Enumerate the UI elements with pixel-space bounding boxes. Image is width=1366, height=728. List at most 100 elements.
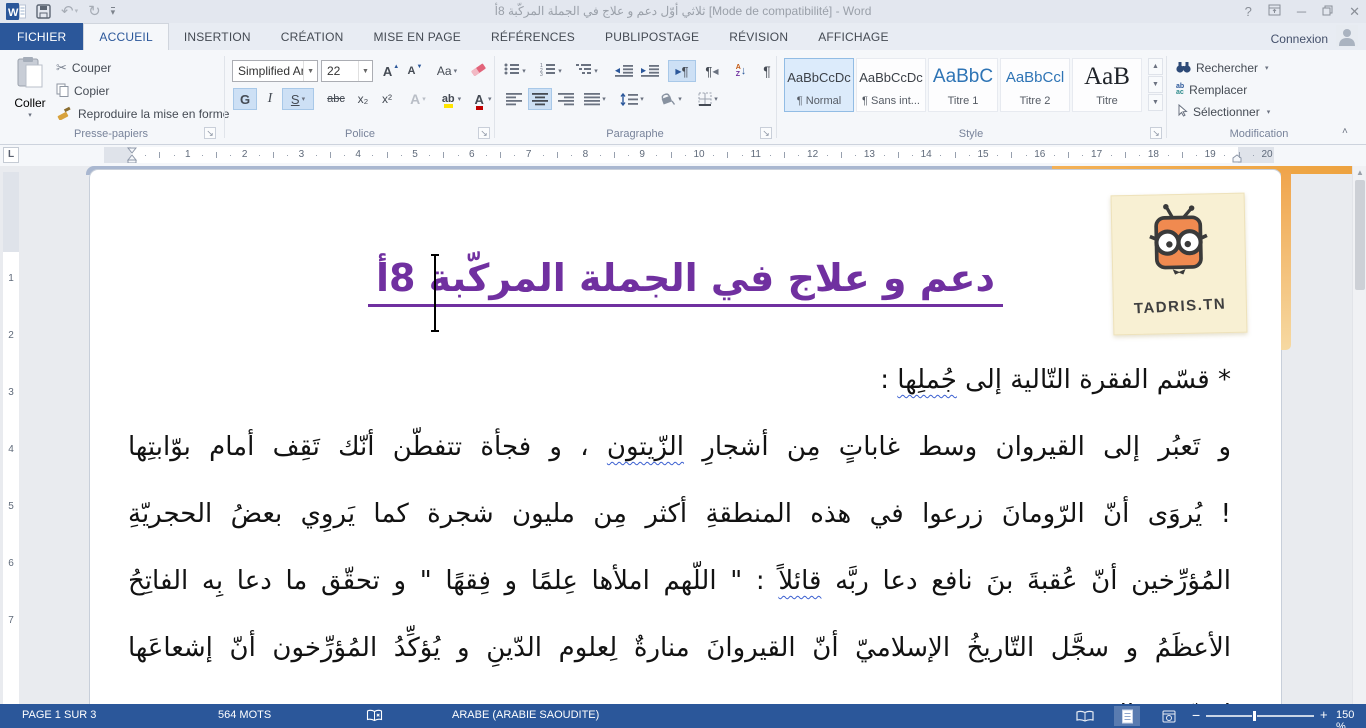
font-size-combo[interactable]: 22 ▼ — [321, 60, 373, 82]
format-painter-button[interactable]: Reproduire la mise en forme — [56, 104, 229, 124]
page-indicator[interactable]: PAGE 1 SUR 3 — [22, 709, 96, 721]
close-button[interactable]: ✕ — [1349, 2, 1360, 21]
collapse-ribbon-button[interactable]: ˄ — [1342, 126, 1348, 137]
style-dialog-launcher[interactable]: ↘ — [1150, 127, 1162, 139]
clipboard-dialog-launcher[interactable]: ↘ — [204, 127, 216, 139]
document-line[interactable]: المُؤرِّخين أنّ عُقبةَ بنَ نافع دعا ربَّ… — [128, 549, 1231, 616]
zoom-in-button[interactable]: + — [1320, 707, 1328, 722]
language-indicator[interactable]: ARABE (ARABIE SAOUDITE) — [452, 709, 599, 721]
style-titre-1[interactable]: AaBbCTitre 1 — [928, 58, 998, 112]
strikethrough-button[interactable]: abc — [322, 88, 350, 110]
document-line[interactable]: امتدّ عبر العصور — [128, 683, 1231, 704]
font-size-dropdown-icon[interactable]: ▼ — [358, 61, 372, 81]
tab-accueil[interactable]: ACCUEIL — [83, 23, 168, 50]
change-case-button[interactable]: Aa▾ — [432, 60, 462, 82]
font-name-combo[interactable]: Simplified Ar ▼ — [232, 60, 318, 82]
first-line-indent-marker[interactable] — [127, 147, 137, 163]
clear-formatting-button[interactable] — [466, 60, 490, 82]
style-gallery-up-button[interactable]: ▲ — [1148, 58, 1163, 75]
sign-in-link[interactable]: Connexion — [1271, 32, 1328, 46]
tab-affichage[interactable]: AFFICHAGE — [803, 23, 903, 50]
paste-button[interactable]: Coller ▾ — [8, 56, 52, 119]
find-dropdown-icon[interactable]: ▾ — [1265, 64, 1269, 72]
underline-button[interactable]: S▾ — [282, 88, 314, 110]
line-spacing-dropdown-icon[interactable]: ▾ — [640, 95, 644, 103]
paste-dropdown-icon[interactable]: ▾ — [28, 111, 32, 119]
help-button[interactable]: ? — [1245, 2, 1252, 21]
word-count[interactable]: 564 MOTS — [218, 709, 271, 721]
font-color-dropdown-icon[interactable]: ▾ — [488, 95, 492, 103]
align-center-button[interactable] — [528, 88, 552, 110]
print-layout-button[interactable] — [1114, 706, 1140, 726]
account-area[interactable]: Connexion — [1271, 25, 1358, 52]
tab-selector[interactable]: L — [3, 147, 19, 163]
document-line[interactable]: ! يُروَى أنّ الرّومانَ زرعوا في هذه المن… — [128, 482, 1231, 549]
ltr-direction-button[interactable]: ▶¶ — [668, 60, 696, 82]
rtl-direction-button[interactable]: ¶◀ — [698, 60, 726, 82]
tab-mise-en-page[interactable]: MISE EN PAGE — [358, 23, 476, 50]
multilevel-list-button[interactable]: ▾ — [574, 60, 600, 82]
copy-button[interactable]: Copier — [56, 81, 109, 101]
italic-button[interactable]: I — [260, 88, 280, 110]
avatar[interactable] — [1336, 25, 1358, 52]
style-titre-2[interactable]: AaBbCclTitre 2 — [1000, 58, 1070, 112]
zoom-slider[interactable] — [1206, 715, 1314, 717]
horizontal-ruler[interactable]: 1234567891011121314151617181920 — [104, 147, 1274, 163]
increase-indent-button[interactable] — [638, 60, 662, 82]
numbering-button[interactable]: 123▾ — [538, 60, 564, 82]
align-left-button[interactable] — [502, 88, 526, 110]
bullets-dropdown-icon[interactable]: ▾ — [522, 67, 526, 75]
document-line[interactable]: * قسّم الفقرة التّالية إلى جُملِها : — [128, 348, 1231, 415]
tab-fichier[interactable]: FICHIER — [0, 23, 83, 50]
document-line[interactable]: الأعظَمُ و سجَّل التّاريخُ الإسلاميّ أنّ… — [128, 616, 1231, 683]
font-name-dropdown-icon[interactable]: ▼ — [303, 61, 317, 81]
text-effects-button[interactable]: A▾ — [406, 88, 430, 110]
justify-dropdown-icon[interactable]: ▾ — [602, 95, 606, 103]
align-right-button[interactable] — [554, 88, 578, 110]
cut-button[interactable]: ✂ Couper — [56, 58, 111, 78]
zoom-out-button[interactable]: − — [1192, 707, 1200, 723]
paragraph-dialog-launcher[interactable]: ↘ — [760, 127, 772, 139]
ribbon-display-button[interactable] — [1268, 2, 1281, 21]
line-spacing-button[interactable]: ▾ — [616, 88, 648, 110]
tab-cr-ation[interactable]: CRÉATION — [266, 23, 359, 50]
text-effects-dropdown-icon[interactable]: ▾ — [422, 95, 426, 103]
select-button[interactable]: Sélectionner▾ — [1176, 102, 1270, 122]
tab-insertion[interactable]: INSERTION — [169, 23, 266, 50]
justify-button[interactable]: ▾ — [580, 88, 610, 110]
style-gallery-more-button[interactable]: ▼ — [1148, 94, 1163, 111]
scroll-up-icon[interactable]: ▲ — [1353, 168, 1366, 177]
underline-dropdown-icon[interactable]: ▾ — [302, 95, 306, 103]
show-hide-marks-button[interactable]: ¶ — [756, 60, 778, 82]
superscript-button[interactable]: x² — [376, 88, 398, 110]
scrollbar-thumb[interactable] — [1355, 180, 1365, 290]
zoom-slider-thumb[interactable] — [1252, 710, 1257, 722]
style-gallery-down-button[interactable]: ▼ — [1148, 76, 1163, 93]
grow-font-button[interactable]: A▲ — [380, 60, 402, 82]
web-layout-button[interactable] — [1156, 706, 1182, 726]
numbering-dropdown-icon[interactable]: ▾ — [558, 67, 562, 75]
subscript-button[interactable]: x₂ — [352, 88, 374, 110]
tab-r-vision[interactable]: RÉVISION — [714, 23, 803, 50]
shading-dropdown-icon[interactable]: ▾ — [678, 95, 682, 103]
document-line[interactable]: و تَعبُر إلى القيروان وسط غاباتٍ مِن أشج… — [128, 415, 1231, 482]
vertical-scrollbar[interactable]: ▲ — [1352, 166, 1366, 704]
change-case-dropdown-icon[interactable]: ▾ — [454, 67, 458, 75]
font-dialog-launcher[interactable]: ↘ — [478, 127, 490, 139]
borders-button[interactable]: ▾ — [692, 88, 724, 110]
shading-button[interactable]: ▾ — [654, 88, 686, 110]
select-dropdown-icon[interactable]: ▾ — [1267, 108, 1271, 116]
style-titre[interactable]: AaBTitre — [1072, 58, 1142, 112]
sort-button[interactable]: AZ↓ — [728, 60, 754, 82]
restore-button[interactable] — [1322, 2, 1333, 21]
shrink-font-button[interactable]: A▼ — [404, 60, 426, 82]
decrease-indent-button[interactable] — [612, 60, 636, 82]
multilevel-dropdown-icon[interactable]: ▾ — [594, 67, 598, 75]
font-color-button[interactable]: A▾ — [468, 88, 496, 110]
bold-button[interactable]: G — [233, 88, 257, 110]
bullets-button[interactable]: ▾ — [502, 60, 528, 82]
right-indent-marker[interactable] — [1232, 154, 1242, 163]
minimize-button[interactable]: ─ — [1297, 2, 1306, 21]
tab-publipostage[interactable]: PUBLIPOSTAGE — [590, 23, 714, 50]
borders-dropdown-icon[interactable]: ▾ — [714, 95, 718, 103]
